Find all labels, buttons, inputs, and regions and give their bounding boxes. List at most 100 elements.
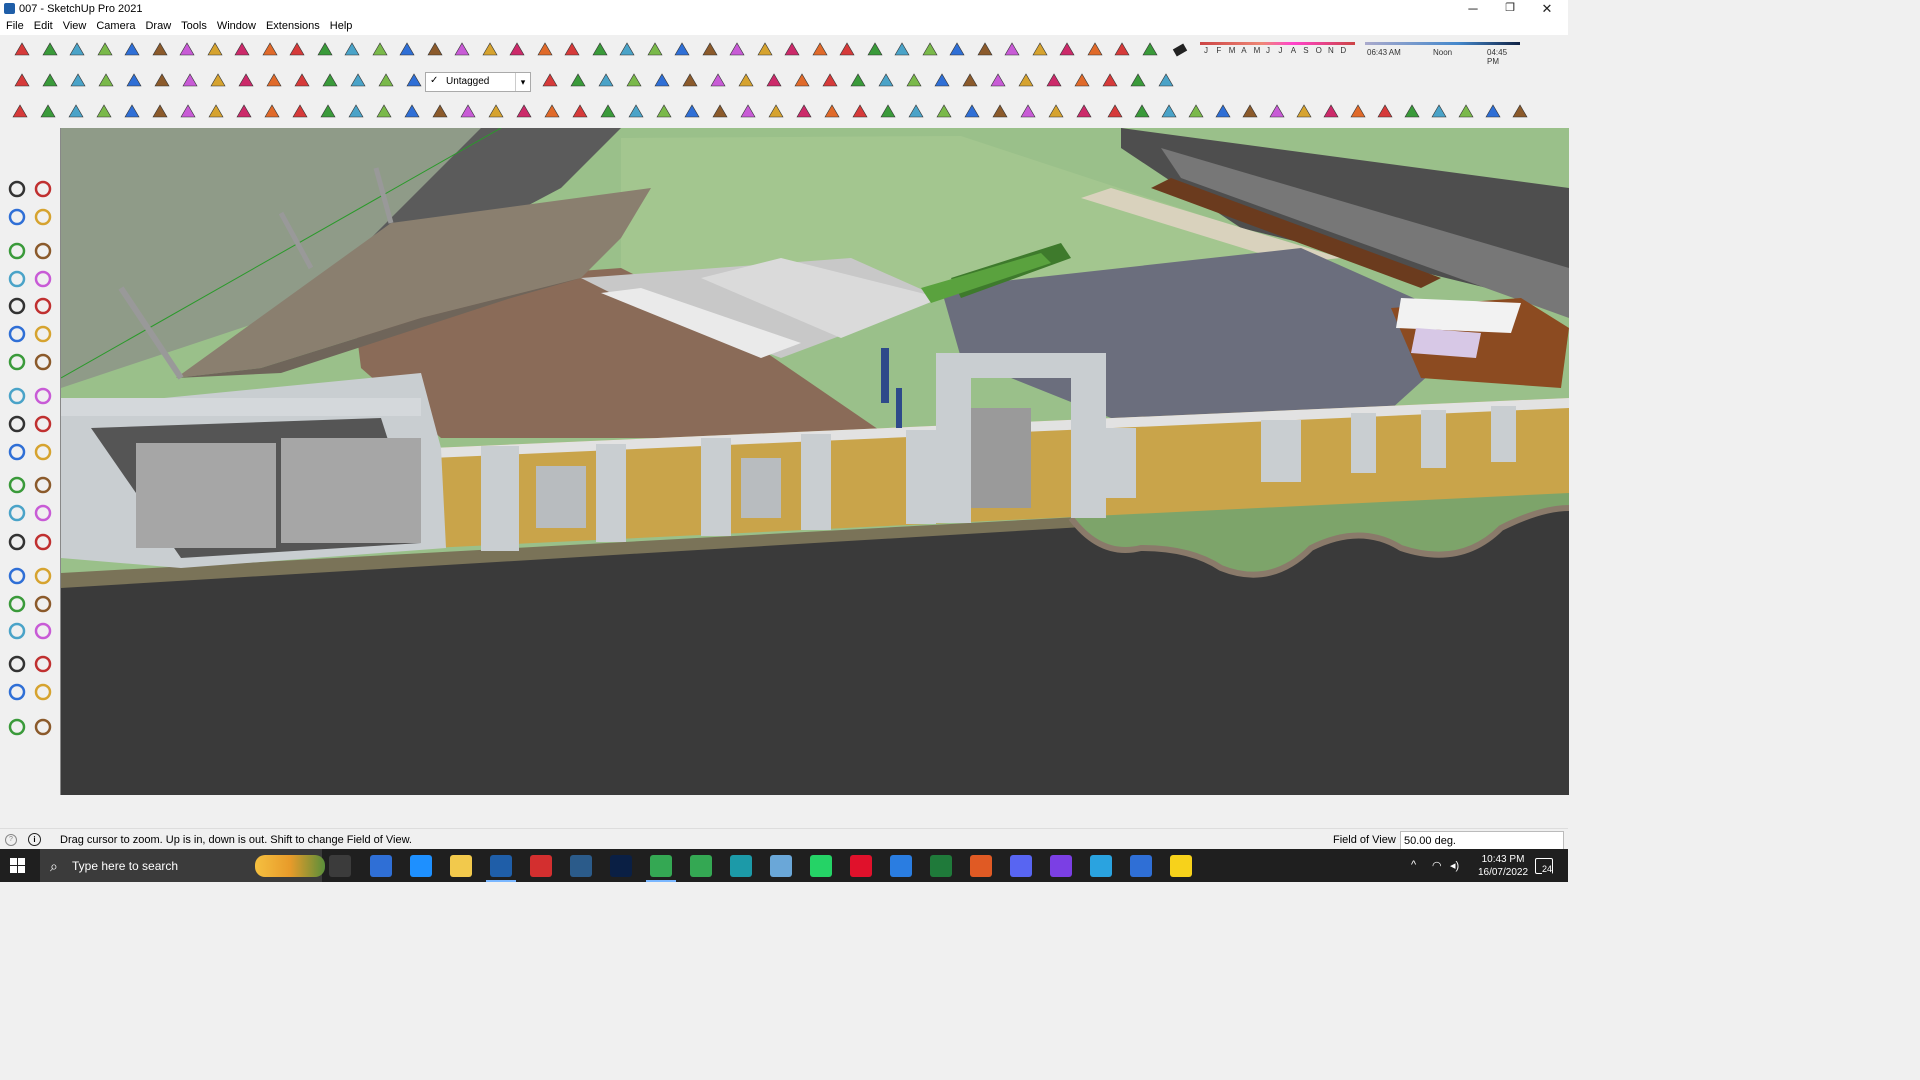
tool-icon[interactable]: [318, 102, 338, 122]
tool-icon[interactable]: [264, 71, 284, 91]
tool-icon[interactable]: [645, 40, 665, 60]
telegram-icon[interactable]: [1090, 855, 1112, 877]
tool-icon[interactable]: [374, 102, 394, 122]
tool-icon[interactable]: [150, 40, 170, 60]
tool-icon[interactable]: [1016, 71, 1036, 91]
edge-icon[interactable]: [410, 855, 432, 877]
tool-icon[interactable]: [262, 102, 282, 122]
tool-icon[interactable]: [652, 71, 672, 91]
tool-icon[interactable]: [292, 71, 312, 91]
calculator-icon[interactable]: [370, 855, 392, 877]
tool-icon[interactable]: [205, 40, 225, 60]
menu-camera[interactable]: Camera: [91, 18, 140, 35]
tool-icon[interactable]: [95, 40, 115, 60]
tool-icon[interactable]: [232, 40, 252, 60]
file-explorer-icon[interactable]: [450, 855, 472, 877]
tool-icon[interactable]: [934, 102, 954, 122]
tool-icon[interactable]: [865, 40, 885, 60]
large-tool-icon[interactable]: [6, 681, 28, 703]
tool-icon[interactable]: [766, 102, 786, 122]
large-tool-icon[interactable]: [32, 653, 54, 675]
tool-icon[interactable]: [507, 40, 527, 60]
tool-icon[interactable]: [236, 71, 256, 91]
tool-icon[interactable]: [1140, 40, 1160, 60]
tool-icon[interactable]: [124, 71, 144, 91]
tool-icon[interactable]: [1213, 102, 1233, 122]
tool-icon[interactable]: [66, 102, 86, 122]
tool-icon[interactable]: [260, 40, 280, 60]
tool-icon[interactable]: [1267, 102, 1287, 122]
tool-icon[interactable]: [1018, 102, 1038, 122]
tool-icon[interactable]: [542, 102, 562, 122]
shadow-time-slider[interactable]: 06:43 AM Noon 04:45 PM: [1365, 42, 1520, 66]
menu-window[interactable]: Window: [212, 18, 261, 35]
tool-icon[interactable]: [792, 71, 812, 91]
tool-icon[interactable]: [975, 40, 995, 60]
tool-icon[interactable]: [1348, 102, 1368, 122]
large-tool-icon[interactable]: [6, 441, 28, 463]
tool-icon[interactable]: [1112, 40, 1132, 60]
large-tool-icon[interactable]: [32, 351, 54, 373]
chrome-icon[interactable]: [650, 855, 672, 877]
grammarly-icon[interactable]: [970, 855, 992, 877]
tool-icon[interactable]: [40, 71, 60, 91]
tool-icon[interactable]: [1030, 40, 1050, 60]
large-tool-icon[interactable]: [32, 565, 54, 587]
tool-icon[interactable]: [452, 40, 472, 60]
photoshop-icon[interactable]: [610, 855, 632, 877]
tool-icon[interactable]: [122, 40, 142, 60]
large-tool-icon[interactable]: [6, 531, 28, 553]
large-tool-icon[interactable]: [32, 681, 54, 703]
tool-icon[interactable]: [1294, 102, 1314, 122]
tool-icon[interactable]: [1132, 102, 1152, 122]
large-tool-icon[interactable]: [32, 206, 54, 228]
close-button[interactable]: ✕: [1528, 0, 1566, 18]
tool-icon[interactable]: [376, 71, 396, 91]
large-tool-icon[interactable]: [32, 323, 54, 345]
sketchup-icon[interactable]: [490, 855, 512, 877]
excel-icon[interactable]: [930, 855, 952, 877]
tool-icon[interactable]: [40, 40, 60, 60]
menu-tools[interactable]: Tools: [176, 18, 212, 35]
large-tool-icon[interactable]: [6, 268, 28, 290]
tool-icon[interactable]: [430, 102, 450, 122]
shadow-toggle-icon[interactable]: [1170, 40, 1190, 60]
tool-icon[interactable]: [234, 102, 254, 122]
tool-icon[interactable]: [568, 71, 588, 91]
tool-icon[interactable]: [178, 102, 198, 122]
tool-icon[interactable]: [1186, 102, 1206, 122]
tool-icon[interactable]: [535, 40, 555, 60]
tool-icon[interactable]: [10, 102, 30, 122]
tool-icon[interactable]: [962, 102, 982, 122]
tool-icon[interactable]: [876, 71, 896, 91]
tool-icon[interactable]: [480, 40, 500, 60]
tool-icon[interactable]: [315, 40, 335, 60]
widgets-icon[interactable]: [255, 855, 325, 877]
large-tool-icon[interactable]: [6, 620, 28, 642]
tool-icon[interactable]: [738, 102, 758, 122]
tool-icon[interactable]: [208, 71, 228, 91]
tool-icon[interactable]: [1159, 102, 1179, 122]
taskbar-clock[interactable]: 10:43 PM 16/07/2022: [1472, 853, 1534, 879]
large-tool-icon[interactable]: [6, 385, 28, 407]
menu-edit[interactable]: Edit: [29, 18, 58, 35]
tool-icon[interactable]: [1128, 71, 1148, 91]
tool-icon[interactable]: [348, 71, 368, 91]
tag-dropdown[interactable]: ✓ Untagged ▾: [425, 72, 531, 92]
tool-icon[interactable]: [848, 71, 868, 91]
whatsapp-icon[interactable]: [810, 855, 832, 877]
large-tool-icon[interactable]: [32, 268, 54, 290]
tool-icon[interactable]: [12, 71, 32, 91]
tool-icon[interactable]: [287, 40, 307, 60]
tool-icon[interactable]: [1044, 71, 1064, 91]
menu-file[interactable]: File: [1, 18, 29, 35]
tool-icon[interactable]: [682, 102, 702, 122]
tool-icon[interactable]: [38, 102, 58, 122]
podcast-icon[interactable]: [1050, 855, 1072, 877]
model-viewport[interactable]: [60, 128, 1569, 795]
tool-icon[interactable]: [67, 40, 87, 60]
tool-icon[interactable]: [1046, 102, 1066, 122]
large-tool-icon[interactable]: [6, 716, 28, 738]
tool-icon[interactable]: [680, 71, 700, 91]
large-tool-icon[interactable]: [6, 178, 28, 200]
